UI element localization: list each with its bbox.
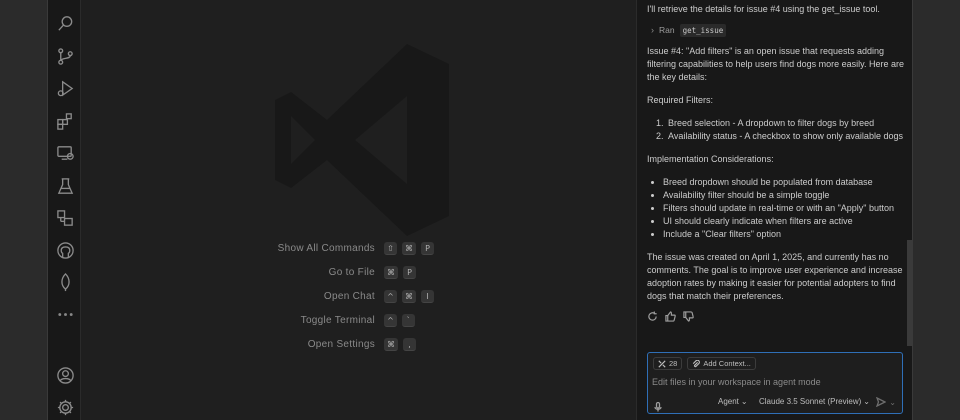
remote-explorer-icon[interactable] xyxy=(54,142,76,164)
left-window-edge xyxy=(0,0,48,420)
tools-button[interactable]: 28 xyxy=(653,357,683,370)
extensions-icon[interactable] xyxy=(54,110,76,132)
chevron-down-icon[interactable]: ⌄ xyxy=(889,398,896,407)
feedback-row xyxy=(647,311,905,326)
shortcut-label: Open Settings xyxy=(307,339,375,350)
shortcut-show-all-commands[interactable]: Show All Commands ⇧ ⌘ P xyxy=(81,242,636,258)
chat-input-box[interactable]: 28 Add Context... Edit files in your wor… xyxy=(647,352,903,414)
key: P xyxy=(421,242,434,255)
shortcut-label: Toggle Terminal xyxy=(300,315,375,326)
shortcut-open-chat[interactable]: Open Chat ^ ⌘ I xyxy=(81,290,636,306)
input-footer: Agent ⌄ Claude 3.5 Sonnet (Preview) ⌄ ⌄ xyxy=(648,396,902,412)
required-heading: Required Filters: xyxy=(647,95,714,105)
closing-paragraph: The issue was created on April 1, 2025, … xyxy=(647,252,903,301)
vscode-logo-watermark xyxy=(275,44,449,236)
thumbs-down-icon[interactable] xyxy=(683,311,694,326)
list-item: Breed selection - A dropdown to filter d… xyxy=(666,117,905,130)
key: ⌘ xyxy=(402,290,416,303)
more-icon[interactable] xyxy=(54,303,76,325)
required-list: Breed selection - A dropdown to filter d… xyxy=(647,117,905,143)
chat-response: I'll retrieve the details for issue #4 u… xyxy=(647,0,905,326)
ran-label: Ran xyxy=(659,25,675,35)
shortcut-keys: ⌘ , xyxy=(384,338,416,351)
account-icon[interactable] xyxy=(54,364,76,386)
right-window-edge xyxy=(912,0,960,420)
key: , xyxy=(403,338,416,351)
source-control-icon[interactable] xyxy=(54,45,76,67)
microphone-icon[interactable] xyxy=(653,397,663,416)
github-icon[interactable] xyxy=(54,239,76,261)
send-button[interactable]: ⌄ xyxy=(876,397,896,407)
list-item: UI should clearly indicate when filters … xyxy=(663,215,905,228)
thumbs-up-icon[interactable] xyxy=(665,311,676,326)
list-item: Availability status - A checkbox to show… xyxy=(666,130,905,143)
paperclip-icon xyxy=(693,359,701,367)
add-context-button[interactable]: Add Context... xyxy=(687,357,756,370)
list-item: Include a "Clear filters" option xyxy=(663,228,905,241)
key: P xyxy=(403,266,416,279)
issue-summary: Issue #4: "Add filters" is an open issue… xyxy=(647,46,904,82)
editor-welcome-area: Show All Commands ⇧ ⌘ P Go to File ⌘ P O… xyxy=(81,0,636,420)
shortcut-go-to-file[interactable]: Go to File ⌘ P xyxy=(81,266,636,282)
key: ` xyxy=(402,314,415,327)
key: ^ xyxy=(384,290,397,303)
key: ⌘ xyxy=(384,338,398,351)
chevron-down-icon: ⌄ xyxy=(863,397,870,406)
send-icon xyxy=(876,397,887,407)
input-toolbar: 28 Add Context... xyxy=(653,357,756,370)
chevron-down-icon: ⌄ xyxy=(740,397,748,406)
tool-run-row[interactable]: › Ran get_issue xyxy=(651,24,905,37)
tool-name: get_issue xyxy=(679,24,727,37)
impl-heading: Implementation Considerations: xyxy=(647,154,774,164)
settings-gear-icon[interactable] xyxy=(54,396,76,418)
containers-icon[interactable] xyxy=(54,207,76,229)
shortcut-keys: ⇧ ⌘ P xyxy=(384,242,434,255)
add-context-label: Add Context... xyxy=(703,359,751,368)
search-icon[interactable] xyxy=(54,12,76,34)
shortcut-keys: ⌘ P xyxy=(384,266,416,279)
run-debug-icon[interactable] xyxy=(54,77,76,99)
chat-intro: I'll retrieve the details for issue #4 u… xyxy=(647,4,880,14)
key: ^ xyxy=(384,314,397,327)
shortcut-toggle-terminal[interactable]: Toggle Terminal ^ ` xyxy=(81,314,636,330)
mongodb-leaf-icon[interactable] xyxy=(54,271,76,293)
key: I xyxy=(421,290,434,303)
shortcut-keys: ^ ` xyxy=(384,314,415,327)
shortcut-label: Show All Commands xyxy=(277,243,375,254)
key: ⌘ xyxy=(402,242,416,255)
chat-panel: I'll retrieve the details for issue #4 u… xyxy=(636,0,912,420)
list-item: Availability filter should be a simple t… xyxy=(663,189,905,202)
testing-icon[interactable] xyxy=(54,175,76,197)
impl-list: Breed dropdown should be populated from … xyxy=(647,176,905,241)
model-dropdown[interactable]: Claude 3.5 Sonnet (Preview) ⌄ xyxy=(759,397,870,406)
mode-label: Agent xyxy=(718,397,739,406)
key: ⇧ xyxy=(384,242,397,255)
chat-input-placeholder[interactable]: Edit files in your workspace in agent mo… xyxy=(652,377,821,387)
list-item: Breed dropdown should be populated from … xyxy=(663,176,905,189)
list-item: Filters should update in real-time or wi… xyxy=(663,202,905,215)
shortcut-label: Open Chat xyxy=(323,291,375,302)
mode-dropdown[interactable]: Agent ⌄ xyxy=(718,397,748,406)
tools-icon xyxy=(658,359,666,368)
activity-bar xyxy=(48,0,81,420)
key: ⌘ xyxy=(384,266,398,279)
retry-icon[interactable] xyxy=(647,311,658,326)
model-label: Claude 3.5 Sonnet (Preview) xyxy=(759,397,862,406)
shortcut-keys: ^ ⌘ I xyxy=(384,290,434,303)
tools-count: 28 xyxy=(669,359,678,368)
shortcut-open-settings[interactable]: Open Settings ⌘ , xyxy=(81,338,636,354)
shortcut-label: Go to File xyxy=(328,267,375,278)
chevron-right-icon: › xyxy=(651,25,654,35)
